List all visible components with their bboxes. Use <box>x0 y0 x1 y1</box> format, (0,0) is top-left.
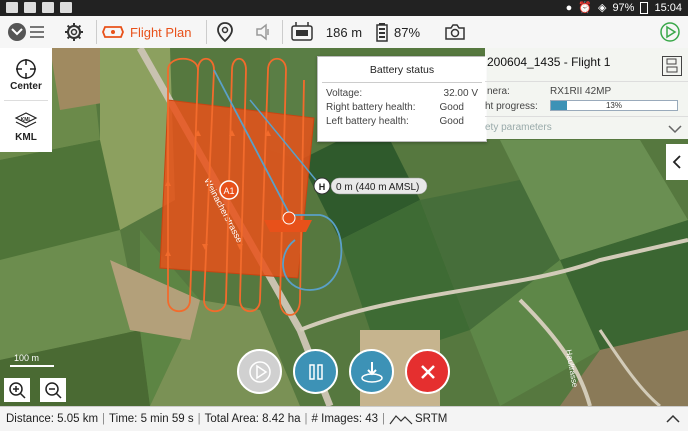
remote-controller-icon <box>291 22 313 41</box>
gear-icon <box>65 23 83 41</box>
waypoint-button[interactable] <box>212 16 238 48</box>
drone-battery-value: 87% <box>393 24 421 40</box>
center-label: Center <box>10 80 42 92</box>
camera-icon <box>445 24 465 40</box>
battery-percentage: 97% <box>612 1 635 14</box>
battery-readout[interactable]: 87% <box>372 16 424 48</box>
sound-notification-icon <box>24 2 36 13</box>
map-pin-icon <box>217 22 233 43</box>
srtm-label: SRTM <box>415 413 448 425</box>
drone-icon <box>102 26 124 38</box>
alarm-icon: ⏰ <box>578 2 592 14</box>
clock: 15:04 <box>654 1 682 14</box>
center-button[interactable]: Center <box>0 48 52 100</box>
images-stat: # Images: 43 <box>311 413 379 425</box>
start-flight-button[interactable] <box>656 16 684 48</box>
zoom-in-icon <box>9 382 26 399</box>
flight-plan-label: Flight Plan <box>130 24 192 40</box>
battery-row-right-health: Right battery health: Good <box>326 102 464 113</box>
system-status-bar: ● ⏰ ◈ 97% 15:04 <box>0 0 688 16</box>
flight-title: 200604_1435 - Flight 1 <box>487 55 611 69</box>
notification-icons <box>6 2 72 13</box>
close-icon <box>420 364 435 379</box>
play-circle-icon <box>660 22 680 42</box>
progress-text: 13% <box>605 101 622 110</box>
resume-button[interactable] <box>237 349 282 394</box>
time-stat: Time: 5 min 59 s <box>109 413 194 425</box>
wifi-icon: ◈ <box>597 2 607 14</box>
image-notification-icon <box>6 2 18 13</box>
save-icon <box>666 58 678 73</box>
home-label: H <box>319 182 326 192</box>
pause-button[interactable] <box>293 349 338 394</box>
gallery-notification-icon <box>42 2 54 13</box>
altitude-value: 186 m <box>325 24 363 40</box>
distance-stat: Distance: 5.05 km <box>6 413 99 425</box>
flight-stats-bar: Distance: 5.05 km | Time: 5 min 59 s | T… <box>0 406 688 431</box>
speaker-icon <box>256 23 269 41</box>
battery-row-voltage: Voltage: 32.00 V <box>326 88 478 99</box>
flight-info-panel: 200604_1435 - Flight 1 nera: RX1RII 42MP… <box>485 48 688 139</box>
camera-button[interactable] <box>440 16 470 48</box>
kml-button[interactable]: KML KML <box>0 100 52 152</box>
chevron-left-icon <box>672 155 681 169</box>
side-panel-toggle[interactable] <box>666 144 688 180</box>
abort-button[interactable] <box>405 349 450 394</box>
landing-icon <box>360 361 383 383</box>
terrain-icon <box>389 415 413 425</box>
drone-battery-icon <box>376 23 388 42</box>
flight-progress-bar: 13% <box>550 100 678 111</box>
chevron-up-icon[interactable] <box>666 414 680 424</box>
pause-icon <box>308 363 323 380</box>
battery-popup-title: Battery status <box>369 64 435 76</box>
camera-value: RX1RII 42MP <box>550 86 612 97</box>
chevron-down-icon <box>668 125 682 134</box>
land-button[interactable] <box>349 349 394 394</box>
app-logo-icon <box>8 23 44 41</box>
area-stat: Total Area: 8.42 ha <box>204 413 301 425</box>
zoom-in-button[interactable] <box>4 378 30 402</box>
flight-plan-tab[interactable]: Flight Plan <box>100 16 204 48</box>
battery-row-left-health: Left battery health: Good <box>326 116 464 127</box>
safety-label: ety parameters <box>485 122 552 133</box>
save-button[interactable] <box>662 56 682 76</box>
waypoint-label: A1 <box>223 186 234 196</box>
kml-layers-icon: KML <box>14 111 38 128</box>
kml-icon-text: KML <box>21 117 32 123</box>
safety-parameters-toggle[interactable]: ety parameters <box>485 117 688 139</box>
connection-indicator <box>288 16 316 48</box>
speaker-button[interactable] <box>250 16 276 48</box>
home-altitude-text: 0 m (440 m AMSL) <box>336 182 419 193</box>
battery-status-popup: Battery status Voltage: 32.00 V Right ba… <box>317 56 487 142</box>
play-icon <box>248 360 271 383</box>
crosshair-icon <box>16 58 36 79</box>
map-tools-panel: Center KML KML <box>0 48 52 152</box>
altitude-readout: 186 m <box>322 16 366 48</box>
zoom-out-button[interactable] <box>40 378 66 402</box>
camera-label: nera: <box>487 86 510 97</box>
zoom-out-icon <box>45 382 62 399</box>
menu-button[interactable] <box>4 16 48 48</box>
progress-label: ht progress: <box>485 101 538 112</box>
app-toolbar: Flight Plan 186 m 87% <box>0 16 688 49</box>
settings-button[interactable] <box>60 16 88 48</box>
kml-label: KML <box>15 131 37 143</box>
scale-label: 100 m <box>14 353 39 363</box>
app-notification-icon <box>60 2 72 13</box>
battery-icon <box>640 1 649 14</box>
location-icon: ● <box>565 1 573 14</box>
